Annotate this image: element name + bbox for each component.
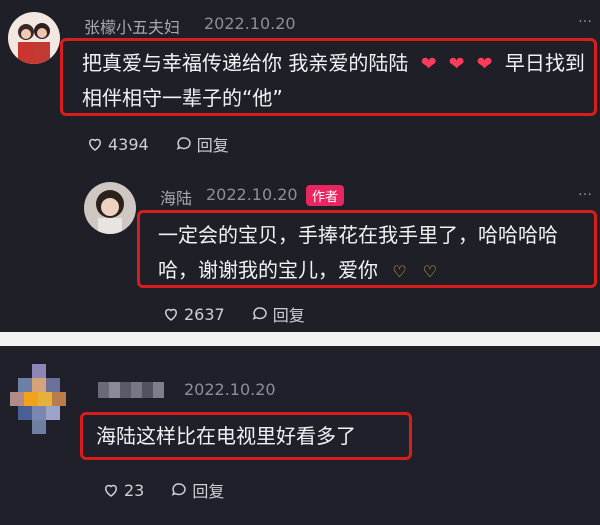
comment-bubble-icon — [176, 137, 191, 150]
reply-button[interactable]: 回复 — [170, 478, 224, 502]
reply-button[interactable]: 回复 — [251, 302, 305, 326]
comment-actions: 4394 回复 — [86, 132, 229, 156]
heart-outline-icon — [104, 484, 118, 497]
finger-heart-emoji: ♡ — [422, 262, 438, 281]
comment-username-pixelated[interactable] — [98, 382, 164, 402]
like-count: 2637 — [184, 304, 225, 324]
comment-date: 2022.10.20 — [184, 380, 276, 399]
more-dots-icon[interactable]: … — [578, 183, 593, 199]
comment-date: 2022.10.20 — [204, 14, 296, 33]
comment-bubble-icon — [172, 483, 187, 496]
author-badge: 作者 — [306, 185, 345, 206]
comment-text-part: 哈，谢谢我的宝儿，爱你 — [158, 258, 378, 282]
heart-emoji: ❤ — [448, 53, 465, 75]
avatar[interactable] — [84, 182, 136, 234]
comment-text-line-1: 一定会的宝贝，手捧花在我手里了，哈哈哈哈 — [158, 223, 558, 247]
comment-text-part: 早日找到 — [504, 51, 585, 75]
like-button[interactable]: 2637 — [162, 305, 225, 324]
comment-bubble-icon — [252, 307, 267, 320]
comment-username[interactable]: 张檬小五夫妇 — [84, 14, 180, 38]
avatar-pixelated[interactable] — [10, 364, 74, 434]
heart-outline-icon — [88, 138, 102, 151]
comment-text-line-2: 相伴相守一辈子的“他” — [82, 86, 283, 110]
comment-text-line-1: 把真爱与幸福传递给你 我亲爱的陆陆 ❤ ❤ ❤ 早日找到 — [82, 45, 585, 82]
like-count: 23 — [124, 480, 145, 500]
heart-emoji: ❤ — [476, 53, 493, 75]
like-count: 4394 — [108, 134, 149, 154]
reply-label: 回复 — [192, 482, 225, 501]
reply-label: 回复 — [272, 306, 305, 325]
comment-panel-top: 张檬小五夫妇 2022.10.20 … 把真爱与幸福传递给你 我亲爱的陆陆 ❤ ❤… — [0, 0, 600, 332]
finger-heart-emoji: ♡ — [392, 262, 407, 281]
screenshot-divider — [0, 332, 600, 346]
comment-date: 2022.10.20 — [206, 185, 298, 204]
more-dots-icon[interactable]: … — [578, 10, 593, 26]
like-button[interactable]: 23 — [102, 481, 144, 500]
comment-text-line-2: 哈，谢谢我的宝儿，爱你 ♡ ♡ — [158, 252, 445, 290]
heart-emoji: ❤ — [420, 53, 437, 75]
comment-actions: 2637 回复 — [162, 302, 305, 326]
like-button[interactable]: 4394 — [86, 135, 149, 154]
reply-button[interactable]: 回复 — [175, 132, 229, 156]
avatar[interactable] — [8, 12, 60, 64]
reply-label: 回复 — [196, 136, 229, 155]
heart-outline-icon — [164, 308, 178, 321]
comment-username[interactable]: 海陆 — [160, 185, 192, 209]
comment-panel-bottom: 2022.10.20 海陆这样比在电视里好看多了 23 回复 — [0, 346, 600, 525]
comment-text: 海陆这样比在电视里好看多了 — [96, 424, 356, 448]
comment-actions: 23 回复 — [102, 478, 224, 502]
comment-text-part: 把真爱与幸福传递给你 我亲爱的陆陆 — [82, 51, 409, 75]
